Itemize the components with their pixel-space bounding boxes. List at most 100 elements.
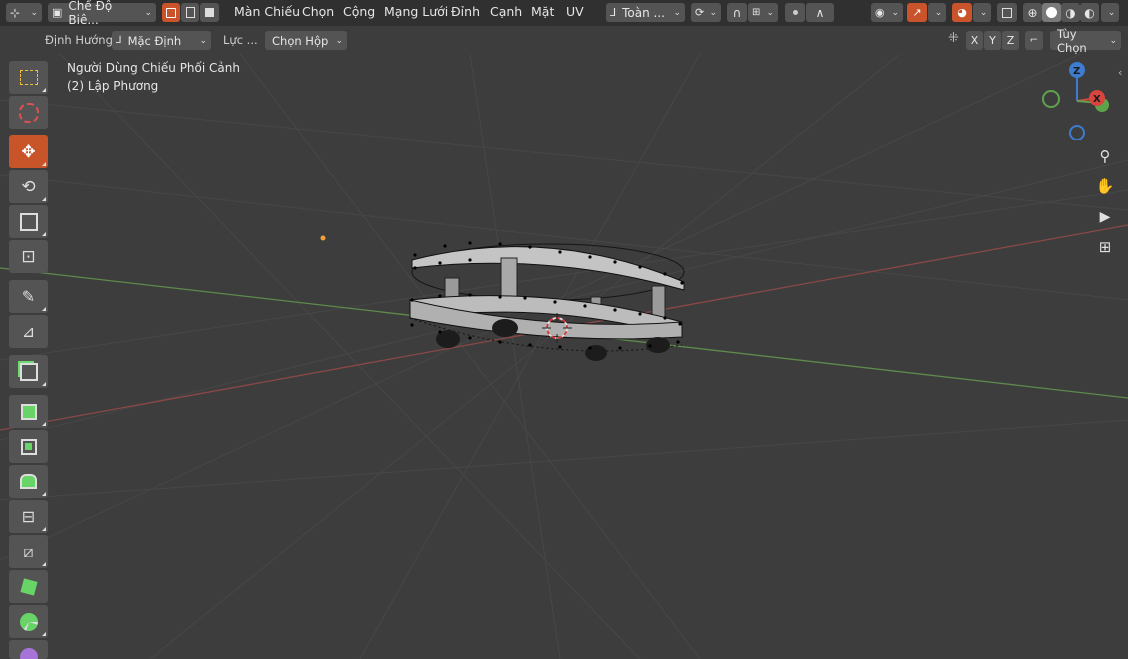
mode-dropdown[interactable]: ▣ Chế Độ Biê... ⌄ [48,0,156,27]
tool-extrude[interactable] [9,395,48,428]
drag-label: Lực ... [223,33,258,47]
magnet-icon: ∩ [732,5,742,20]
menu-edge[interactable]: Cạnh [490,4,522,19]
options-label: Tùy Chọn [1057,26,1087,55]
visibility-dropdown[interactable]: ◉ ⌄ [871,3,903,22]
pivot-dropdown[interactable]: ⟳ ⌄ [691,3,721,22]
overlays-toggle[interactable]: ◕ [952,3,972,22]
tool-rotate[interactable]: ⟲ [9,170,48,203]
gizmo-dropdown[interactable]: ⌄ [928,3,946,22]
pan-button[interactable]: ✋ [1092,173,1118,199]
shading-dropdown[interactable]: ⌄ [1101,3,1119,22]
mode-label: Chế Độ Biê... [68,0,113,27]
chevron-down-icon: ⌄ [1107,7,1116,18]
menu-mesh[interactable]: Mạng Lưới [384,4,448,19]
navigation-gizmo[interactable]: X Z [1035,58,1115,140]
rotate-icon: ⟲ [21,176,36,197]
edge-select-icon [185,7,195,18]
snap-increment-icon: ⊞ [752,7,761,18]
mirror-z-label: Z [1006,34,1015,47]
merge-icon: ⌐ [1029,35,1039,46]
viewport-3d[interactable] [0,0,1128,659]
vertex-select-button[interactable] [162,3,180,22]
zoom-button[interactable]: ⚲ [1092,143,1118,169]
light-origin [320,235,326,241]
overlays-dropdown[interactable]: ⌄ [973,3,991,22]
bevel-icon [20,474,37,489]
extrude-icon [20,403,37,420]
overlays-icon: ◕ [957,6,967,19]
shading-solid-button[interactable] [1042,3,1061,22]
orientation-gizmo-icon: ⅃ [116,35,122,46]
tool-cursor[interactable] [9,96,48,129]
loop-cut-icon: ⊟ [21,507,36,526]
orientation-dropdown[interactable]: ⅃ Mặc Định ⌄ [112,31,211,50]
tool-scale[interactable] [9,205,48,238]
sidebar-toggle-icon[interactable]: ‹ [1118,66,1122,79]
menu-add[interactable]: Cộng [343,4,375,19]
tool-select-box[interactable] [9,61,48,94]
shading-wireframe-button[interactable]: ⊕ [1023,3,1042,22]
inset-icon [20,438,37,455]
menu-select[interactable]: Chọn [302,4,334,19]
camera-view-button[interactable]: ▶ [1092,204,1118,230]
wireframe-sphere-icon: ⊕ [1027,5,1038,20]
drag-dropdown[interactable]: Chọn Hộp ⌄ [265,31,347,50]
zoom-icon: ⚲ [1099,147,1111,165]
face-select-icon [205,8,214,17]
smooth-icon [19,647,38,659]
add-cube-icon [19,362,38,381]
xray-icon [1002,7,1012,18]
select-box-icon [19,70,38,85]
auto-merge-button[interactable]: ⌐ [1025,31,1043,50]
gizmo-icon: ↗ [912,6,922,19]
shading-material-button[interactable]: ◑ [1061,3,1080,22]
mirror-y-label: Y [989,34,996,47]
solid-sphere-icon [1046,7,1057,18]
tool-loop-cut[interactable]: ⊟ [9,500,48,533]
shading-rendered-button[interactable]: ◐ [1080,3,1099,22]
menu-face[interactable]: Mặt [531,4,554,19]
chevron-down-icon: ⌄ [979,7,988,18]
falloff-curve-icon: ∧ [815,5,825,20]
snap-target-dropdown[interactable]: ⊞ ⌄ [748,3,778,22]
tool-smooth[interactable] [9,640,48,659]
tool-measure[interactable]: ⊿ [9,315,48,348]
options-dropdown[interactable]: Tùy Chọn ⌄ [1050,27,1121,55]
snap-toggle[interactable]: ∩ [727,3,747,22]
tool-poly-build[interactable] [9,570,48,603]
proportional-edit-toggle[interactable] [785,3,805,22]
proportional-dot-icon [792,10,798,15]
menu-view[interactable]: Màn Chiếu [234,4,300,19]
tool-transform[interactable]: ⊡ [9,240,48,273]
tool-bevel[interactable] [9,465,48,498]
mirror-x-label: X [970,34,979,47]
gizmo-x-label: X [1093,94,1101,105]
mirror-y-button[interactable]: Y [984,31,1001,50]
move-icon: ✥ [21,141,36,162]
mirror-x-button[interactable]: X [966,31,983,50]
editor-type-dropdown[interactable]: ⊹ ⌄ [6,3,42,22]
eye-icon: ◉ [875,6,885,19]
transform-orientation-dropdown[interactable]: ⅃ Toàn ... ⌄ [606,3,685,22]
tool-move[interactable]: ✥ [9,135,48,168]
transform-icon: ⊡ [21,246,36,267]
menu-uv[interactable]: UV [566,4,584,19]
face-select-button[interactable] [200,3,219,22]
xray-toggle[interactable] [997,3,1017,22]
tool-spin[interactable] [9,605,48,638]
orientation-axes-icon: ⅃ [610,6,617,19]
tool-inset[interactable] [9,430,48,463]
edge-select-button[interactable] [181,3,199,22]
tool-annotate[interactable]: ✎ [9,280,48,313]
ortho-toggle-button[interactable]: ⊞ [1092,234,1118,260]
vertex-select-icon [166,7,176,18]
gizmo-toggle[interactable]: ↗ [907,3,927,22]
tool-knife[interactable]: ⧄ [9,535,48,568]
tool-add-cube[interactable] [9,355,48,388]
menu-vertex[interactable]: Đỉnh [451,4,480,19]
mirror-z-button[interactable]: Z [1002,31,1019,50]
object-name: (2) Lập Phương [67,79,159,93]
measure-icon: ⊿ [21,322,36,341]
falloff-dropdown[interactable]: ∧ [806,3,834,22]
